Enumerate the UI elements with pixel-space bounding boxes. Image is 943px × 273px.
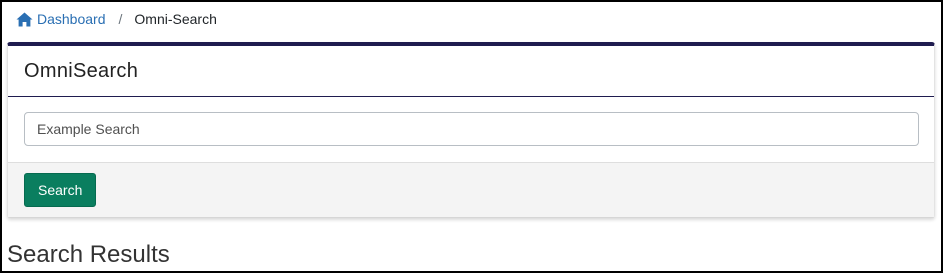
card-title: OmniSearch: [24, 59, 139, 82]
omnisearch-card: OmniSearch Search: [7, 42, 935, 218]
search-results-heading: Search Results: [7, 241, 170, 268]
search-button[interactable]: Search: [24, 173, 97, 207]
search-input[interactable]: [24, 112, 919, 146]
breadcrumb: Dashboard / Omni-Search: [16, 10, 217, 28]
card-footer: Search: [8, 162, 934, 217]
home-icon: [16, 12, 33, 26]
card-header: OmniSearch: [8, 46, 934, 97]
breadcrumb-current: Omni-Search: [134, 11, 217, 27]
card-body: [8, 97, 934, 162]
breadcrumb-dashboard-link[interactable]: Dashboard: [16, 11, 106, 27]
breadcrumb-separator: /: [118, 11, 123, 27]
breadcrumb-dashboard-label: Dashboard: [37, 11, 106, 27]
